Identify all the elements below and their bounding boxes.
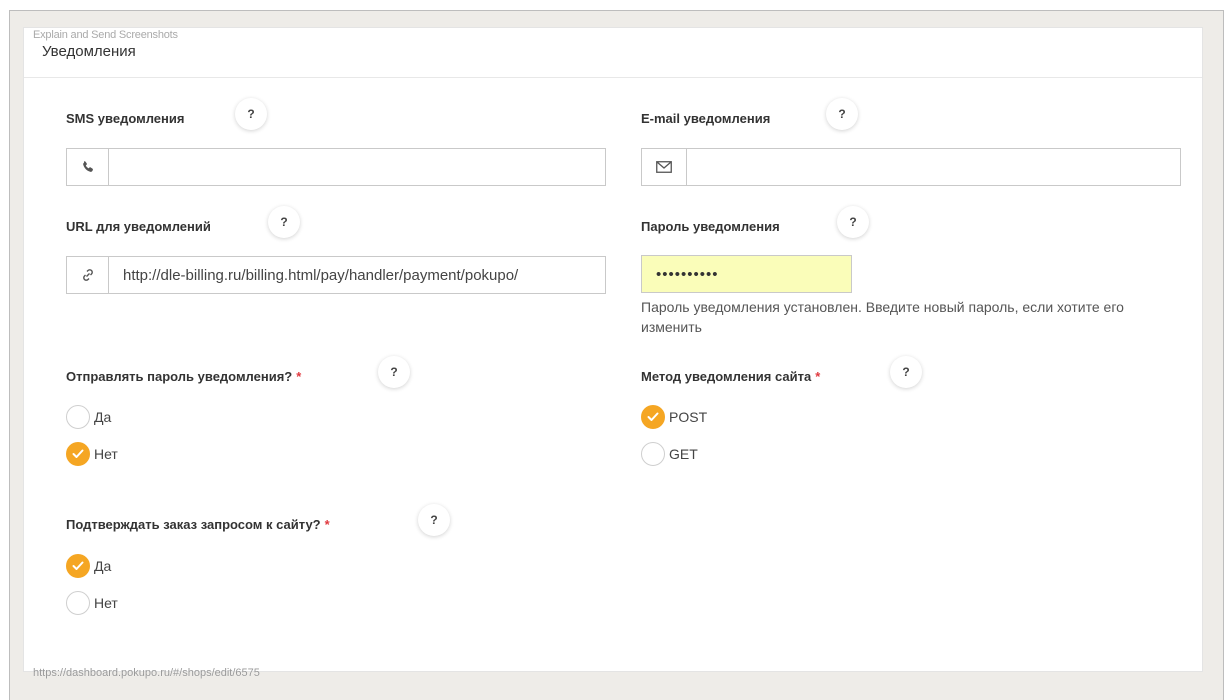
- radio-label: Нет: [94, 595, 118, 611]
- sms-help-button[interactable]: ?: [235, 98, 267, 130]
- check-icon: [72, 449, 84, 458]
- sms-input-group: [66, 148, 606, 186]
- confirm-order-label-text: Подтверждать заказ запросом к сайту?: [66, 517, 321, 532]
- watermark-bottom: https://dashboard.pokupo.ru/#/shops/edit…: [33, 667, 260, 679]
- confirm-order-help-button[interactable]: ?: [418, 504, 450, 536]
- email-label: E-mail уведомления: [641, 111, 771, 126]
- radio-label: Нет: [94, 446, 118, 462]
- sms-label: SMS уведомления: [66, 111, 185, 126]
- notify-method-label-text: Метод уведомления сайта: [641, 369, 812, 384]
- radio-circle[interactable]: [66, 405, 90, 429]
- send-password-option-yes[interactable]: Да: [66, 405, 111, 429]
- radio-checked-circle[interactable]: [66, 554, 90, 578]
- send-password-help-button[interactable]: ?: [378, 356, 410, 388]
- required-mark: *: [815, 369, 821, 384]
- password-label: Пароль уведомления: [641, 219, 780, 234]
- url-input[interactable]: [109, 257, 605, 293]
- url-input-group: [66, 256, 606, 294]
- notifications-panel: [23, 27, 1203, 672]
- send-password-option-no[interactable]: Нет: [66, 442, 118, 466]
- required-mark: *: [324, 517, 330, 532]
- url-help-button[interactable]: ?: [268, 206, 300, 238]
- phone-icon: [67, 149, 109, 185]
- password-hint: Пароль уведомления установлен. Введите н…: [641, 299, 1124, 335]
- link-icon: [67, 257, 109, 293]
- sms-input[interactable]: [109, 149, 605, 185]
- notify-method-option-get[interactable]: GET: [641, 442, 698, 466]
- radio-circle[interactable]: [641, 442, 665, 466]
- email-input-group: [641, 148, 1181, 186]
- url-label: URL для уведомлений: [66, 219, 211, 234]
- check-icon: [647, 412, 659, 421]
- radio-label: Да: [94, 558, 112, 574]
- envelope-icon: [642, 149, 687, 185]
- watermark-top: Explain and Send Screenshots: [33, 29, 178, 41]
- required-mark: *: [296, 369, 302, 384]
- radio-label: Да: [94, 409, 112, 425]
- radio-label: POST: [669, 409, 708, 425]
- check-icon: [72, 561, 84, 570]
- radio-checked-circle[interactable]: [66, 442, 90, 466]
- notify-method-label: Метод уведомления сайта *: [641, 369, 820, 384]
- password-input[interactable]: [641, 255, 852, 293]
- notify-method-option-post[interactable]: POST: [641, 405, 707, 429]
- send-password-label-text: Отправлять пароль уведомления?: [66, 369, 293, 384]
- confirm-order-option-no[interactable]: Нет: [66, 591, 118, 615]
- radio-label: GET: [669, 446, 698, 462]
- panel-divider: [24, 77, 1202, 78]
- confirm-order-label: Подтверждать заказ запросом к сайту? *: [66, 517, 330, 532]
- panel-title: Уведомления: [42, 43, 136, 60]
- email-input[interactable]: [687, 149, 1180, 185]
- radio-circle[interactable]: [66, 591, 90, 615]
- email-help-button[interactable]: ?: [826, 98, 858, 130]
- send-password-label: Отправлять пароль уведомления? *: [66, 369, 301, 384]
- confirm-order-option-yes[interactable]: Да: [66, 554, 111, 578]
- password-help-button[interactable]: ?: [837, 206, 869, 238]
- notify-method-help-button[interactable]: ?: [890, 356, 922, 388]
- radio-checked-circle[interactable]: [641, 405, 665, 429]
